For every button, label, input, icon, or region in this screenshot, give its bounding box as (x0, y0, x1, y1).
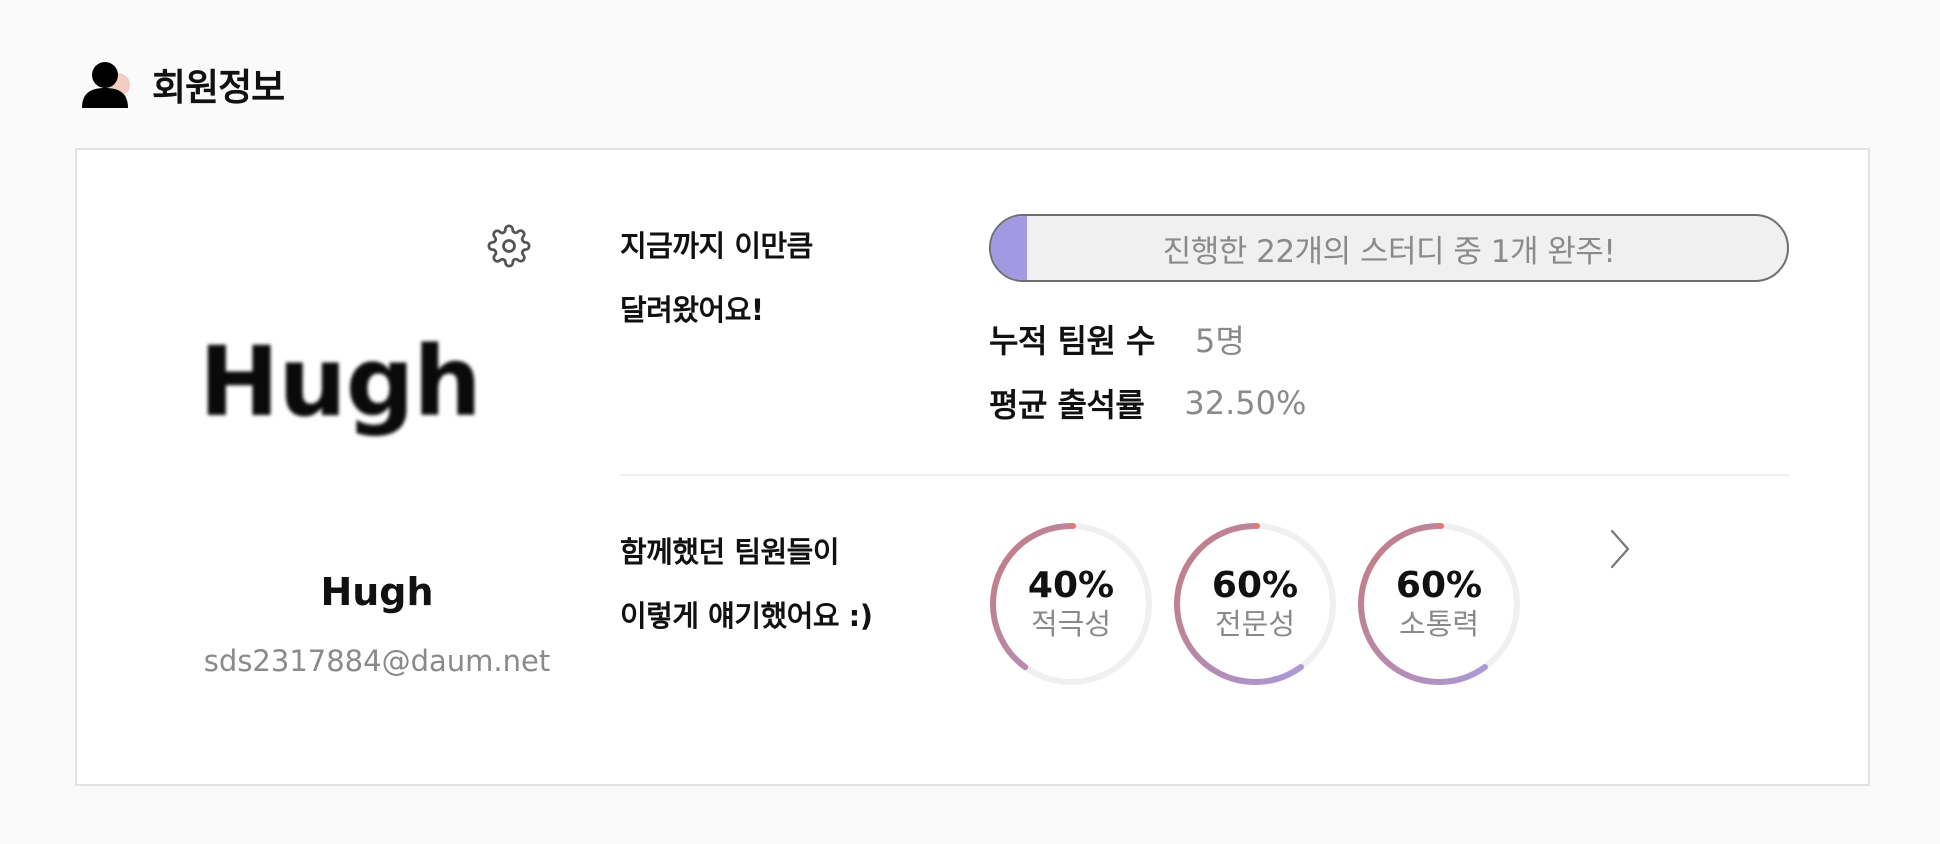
summary-label-line2: 달려왔어요! (620, 293, 764, 327)
gauge-label: 전문성 (1214, 607, 1296, 641)
summary-label-line1: 지금까지 이만큼 (620, 229, 813, 263)
gauge-activeness: 40% 적극성 (989, 522, 1153, 686)
feedback-label-line1: 함께했던 팀원들이 (620, 535, 840, 569)
profile-image: Hugh (199, 326, 482, 438)
user-name: Hugh (320, 570, 434, 614)
gauge-percent: 60% (1395, 565, 1483, 606)
gauge-percent: 40% (1027, 565, 1115, 606)
feedback-label-line2: 이렇게 얘기했어요 :) (620, 599, 873, 633)
stat-value: 32.50% (1184, 384, 1307, 422)
gear-icon[interactable] (487, 224, 531, 268)
page-title: 회원정보 (152, 66, 285, 109)
stat-label: 누적 팀원 수 (989, 322, 1155, 360)
gauge-label: 적극성 (1030, 607, 1112, 641)
user-icon (82, 62, 130, 108)
page-header: 회원정보 (80, 58, 285, 110)
stat-total-teammates: 누적 팀원 수 5명 (989, 316, 1245, 362)
gauge-communication: 60% 소통력 (1357, 522, 1521, 686)
gauge-label: 소통력 (1398, 607, 1480, 641)
study-progress-bar: 진행한 22개의 스터디 중 1개 완주! (989, 214, 1789, 282)
member-info-card: Hugh Hugh sds2317884@daum.net 지금까지 이만큼 달… (75, 148, 1870, 786)
progress-text: 진행한 22개의 스터디 중 1개 완주! (1162, 233, 1616, 270)
gauge-percent: 60% (1211, 565, 1299, 606)
gauge-expertise: 60% 전문성 (1173, 522, 1337, 686)
divider (620, 474, 1790, 476)
feedback-label: 함께했던 팀원들이 이렇게 얘기했어요 :) (620, 520, 873, 648)
stat-average-attendance: 평균 출석률 32.50% (989, 380, 1306, 426)
stat-label: 평균 출석률 (989, 386, 1145, 424)
summary-label: 지금까지 이만큼 달려왔어요! (620, 214, 813, 342)
user-email: sds2317884@daum.net (203, 644, 551, 678)
chevron-right-icon[interactable] (1600, 525, 1640, 573)
stat-value: 5명 (1194, 322, 1245, 360)
